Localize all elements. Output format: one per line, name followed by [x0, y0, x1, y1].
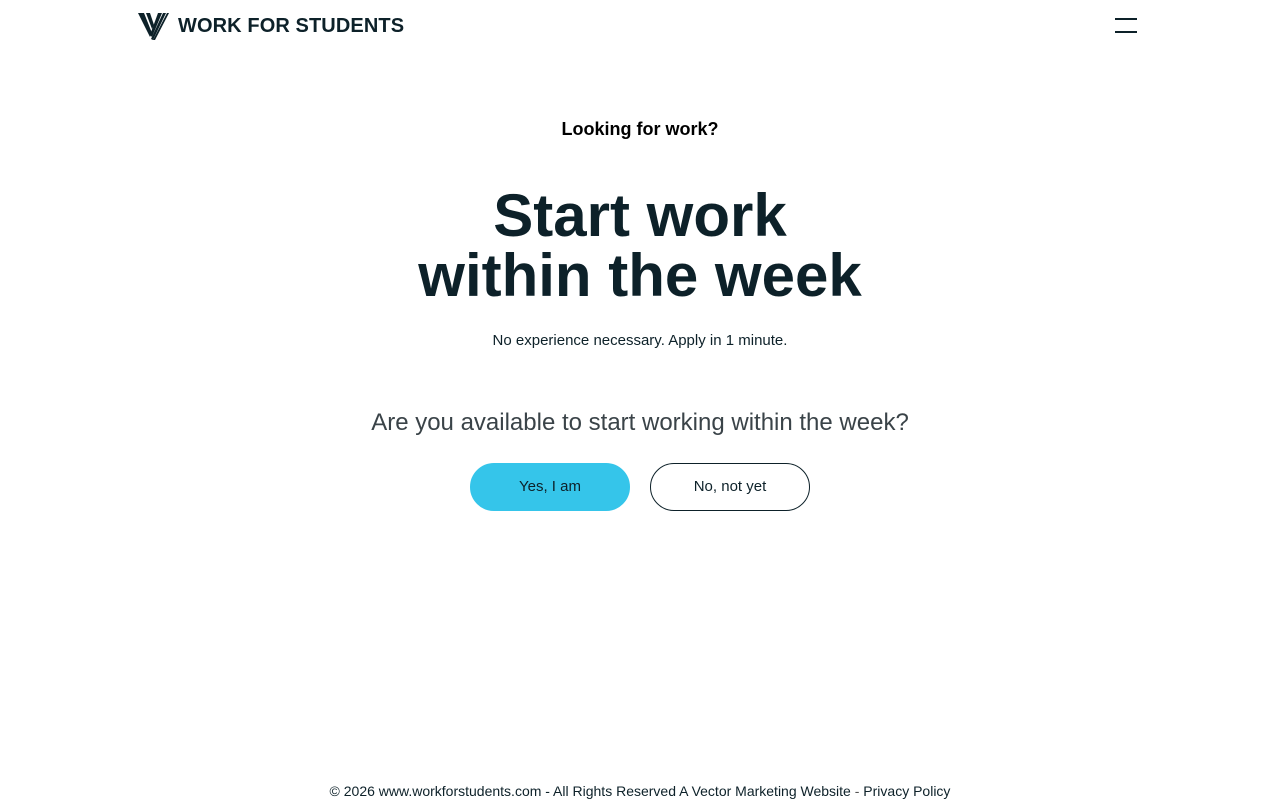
availability-actions: Yes, I am No, not yet: [470, 463, 810, 511]
footer-copyright: © 2026 www.workforstudents.com - All Rig…: [329, 783, 676, 799]
landing-page: WORK FOR STUDENTS Looking for work? Star…: [0, 0, 1280, 800]
footer-privacy-link[interactable]: Privacy Policy: [863, 783, 950, 799]
hero-eyebrow: Looking for work?: [561, 119, 719, 139]
site-header: WORK FOR STUDENTS: [0, 0, 1280, 54]
not-yet-button[interactable]: No, not yet: [650, 463, 810, 511]
vector-stripes-logo-icon: [138, 13, 169, 40]
brand-name: WORK FOR STUDENTS: [178, 15, 405, 37]
brand-home-link[interactable]: WORK FOR STUDENTS: [138, 11, 404, 41]
availability-question: Are you available to start working withi…: [371, 409, 909, 436]
hero-headline-line-1: Start work: [493, 182, 787, 249]
hamburger-menu-icon: [1115, 18, 1137, 20]
site-footer: © 2026 www.workforstudents.com - All Rig…: [0, 782, 1280, 800]
yes-available-button[interactable]: Yes, I am: [470, 463, 630, 511]
footer-separator: -: [854, 783, 860, 799]
hamburger-menu-icon-bar: [1115, 31, 1137, 33]
footer-vector-link[interactable]: A Vector Marketing Website: [679, 783, 851, 799]
hero-headline-line-2: within the week: [418, 242, 862, 309]
hamburger-menu-button[interactable]: [1108, 12, 1144, 40]
hero-subhead: No experience necessary. Apply in 1 minu…: [492, 332, 788, 349]
hero-headline: Start work within the week: [0, 186, 1280, 306]
